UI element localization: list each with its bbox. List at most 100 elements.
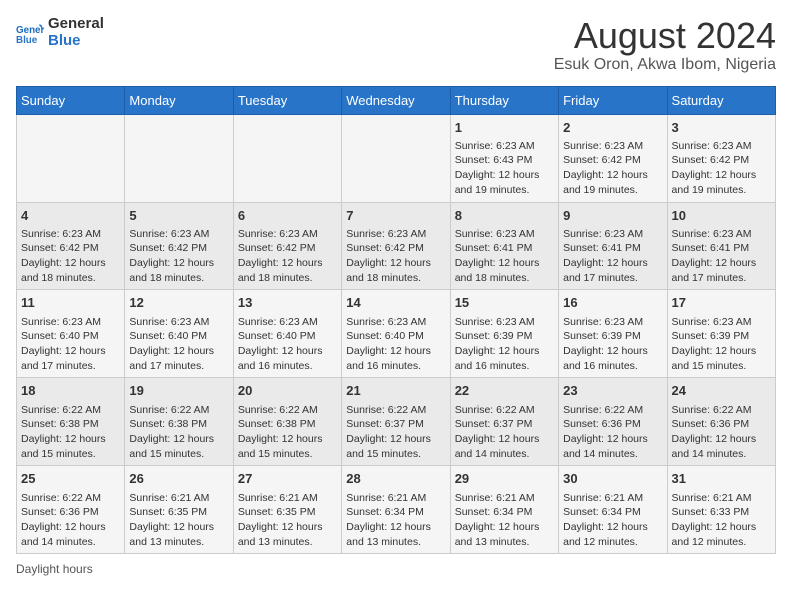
day-number: 10 <box>672 207 771 225</box>
calendar-cell: 1 Sunrise: 6:23 AM Sunset: 6:43 PM Daylig… <box>450 114 558 202</box>
header: General Blue General Blue August 2024 Es… <box>16 16 776 74</box>
calendar-cell: 26Sunrise: 6:21 AM Sunset: 6:35 PM Dayli… <box>125 466 233 554</box>
day-info: Sunrise: 6:23 AM Sunset: 6:42 PM Dayligh… <box>346 227 445 286</box>
weekday-sunday: Sunday <box>17 86 125 114</box>
calendar-cell: 13 Sunrise: 6:23 AM Sunset: 6:40 PM Dayli… <box>233 290 341 378</box>
calendar-cell: 2 Sunrise: 6:23 AM Sunset: 6:42 PM Daylig… <box>559 114 667 202</box>
calendar-cell: 16 Sunrise: 6:23 AM Sunset: 6:39 PM Dayli… <box>559 290 667 378</box>
logo: General Blue General Blue <box>16 16 104 49</box>
day-info: Sunrise: 6:21 AM Sunset: 6:34 PM Dayligh… <box>455 491 554 550</box>
day-number: 22 <box>455 382 554 400</box>
calendar-cell: 4 Sunrise: 6:23 AM Sunset: 6:42 PM Daylig… <box>17 202 125 290</box>
weekday-saturday: Saturday <box>667 86 775 114</box>
svg-text:Blue: Blue <box>16 34 38 45</box>
calendar-cell: 5 Sunrise: 6:23 AM Sunset: 6:42 PM Daylig… <box>125 202 233 290</box>
day-number: 9 <box>563 207 662 225</box>
calendar-cell: 23Sunrise: 6:22 AM Sunset: 6:36 PM Dayli… <box>559 378 667 466</box>
calendar-title: August 2024 <box>554 16 776 56</box>
day-number: 1 <box>455 119 554 137</box>
logo-blue: Blue <box>48 33 104 50</box>
day-number: 11 <box>21 294 120 312</box>
calendar-cell: 30 Sunrise: 6:21 AM Sunset: 6:34 PM Dayli… <box>559 466 667 554</box>
calendar-cell: 31Sunrise: 6:21 AM Sunset: 6:33 PM Dayli… <box>667 466 775 554</box>
day-number: 23 <box>563 382 662 400</box>
day-number: 15 <box>455 294 554 312</box>
weekday-wednesday: Wednesday <box>342 86 450 114</box>
day-info: Sunrise: 6:23 AM Sunset: 6:41 PM Dayligh… <box>672 227 771 286</box>
day-number: 7 <box>346 207 445 225</box>
calendar-table: SundayMondayTuesdayWednesdayThursdayFrid… <box>16 86 776 555</box>
calendar-cell: 28Sunrise: 6:21 AM Sunset: 6:34 PM Dayli… <box>342 466 450 554</box>
day-info: Sunrise: 6:23 AM Sunset: 6:41 PM Dayligh… <box>455 227 554 286</box>
day-number: 12 <box>129 294 228 312</box>
day-number: 19 <box>129 382 228 400</box>
day-number: 28 <box>346 470 445 488</box>
calendar-cell: 19 Sunrise: 6:22 AM Sunset: 6:38 PM Dayli… <box>125 378 233 466</box>
day-info: Sunrise: 6:23 AM Sunset: 6:40 PM Dayligh… <box>21 315 120 374</box>
day-info: Sunrise: 6:23 AM Sunset: 6:39 PM Dayligh… <box>672 315 771 374</box>
day-number: 16 <box>563 294 662 312</box>
day-number: 20 <box>238 382 337 400</box>
day-info: Sunrise: 6:23 AM Sunset: 6:42 PM Dayligh… <box>563 139 662 198</box>
day-number: 14 <box>346 294 445 312</box>
weekday-header-row: SundayMondayTuesdayWednesdayThursdayFrid… <box>17 86 776 114</box>
day-number: 27 <box>238 470 337 488</box>
calendar-cell: 20 Sunrise: 6:22 AM Sunset: 6:38 PM Dayli… <box>233 378 341 466</box>
day-number: 4 <box>21 207 120 225</box>
logo-icon: General Blue <box>16 19 44 47</box>
calendar-subtitle: Esuk Oron, Akwa Ibom, Nigeria <box>554 56 776 74</box>
calendar-cell: 7 Sunrise: 6:23 AM Sunset: 6:42 PM Daylig… <box>342 202 450 290</box>
weekday-friday: Friday <box>559 86 667 114</box>
day-info: Sunrise: 6:22 AM Sunset: 6:36 PM Dayligh… <box>21 491 120 550</box>
day-info: Sunrise: 6:22 AM Sunset: 6:38 PM Dayligh… <box>129 403 228 462</box>
calendar-week-row: 11 Sunrise: 6:23 AM Sunset: 6:40 PM Dayli… <box>17 290 776 378</box>
day-info: Sunrise: 6:22 AM Sunset: 6:36 PM Dayligh… <box>672 403 771 462</box>
day-info: Sunrise: 6:22 AM Sunset: 6:38 PM Dayligh… <box>21 403 120 462</box>
day-number: 30 <box>563 470 662 488</box>
day-info: Sunrise: 6:21 AM Sunset: 6:34 PM Dayligh… <box>563 491 662 550</box>
calendar-week-row: 25Sunrise: 6:22 AM Sunset: 6:36 PM Dayli… <box>17 466 776 554</box>
day-number: 3 <box>672 119 771 137</box>
day-number: 6 <box>238 207 337 225</box>
day-number: 29 <box>455 470 554 488</box>
calendar-cell: 11 Sunrise: 6:23 AM Sunset: 6:40 PM Dayli… <box>17 290 125 378</box>
calendar-cell: 18 Sunrise: 6:22 AM Sunset: 6:38 PM Dayli… <box>17 378 125 466</box>
day-info: Sunrise: 6:23 AM Sunset: 6:42 PM Dayligh… <box>672 139 771 198</box>
day-info: Sunrise: 6:23 AM Sunset: 6:40 PM Dayligh… <box>346 315 445 374</box>
calendar-cell: 3 Sunrise: 6:23 AM Sunset: 6:42 PM Daylig… <box>667 114 775 202</box>
weekday-monday: Monday <box>125 86 233 114</box>
day-info: Sunrise: 6:23 AM Sunset: 6:39 PM Dayligh… <box>455 315 554 374</box>
calendar-week-row: 18 Sunrise: 6:22 AM Sunset: 6:38 PM Dayli… <box>17 378 776 466</box>
weekday-thursday: Thursday <box>450 86 558 114</box>
day-info: Sunrise: 6:23 AM Sunset: 6:39 PM Dayligh… <box>563 315 662 374</box>
day-number: 2 <box>563 119 662 137</box>
calendar-cell: 9 Sunrise: 6:23 AM Sunset: 6:41 PM Daylig… <box>559 202 667 290</box>
weekday-tuesday: Tuesday <box>233 86 341 114</box>
day-number: 5 <box>129 207 228 225</box>
day-info: Sunrise: 6:22 AM Sunset: 6:37 PM Dayligh… <box>346 403 445 462</box>
day-number: 26 <box>129 470 228 488</box>
day-info: Sunrise: 6:23 AM Sunset: 6:42 PM Dayligh… <box>21 227 120 286</box>
day-number: 24 <box>672 382 771 400</box>
day-info: Sunrise: 6:22 AM Sunset: 6:38 PM Dayligh… <box>238 403 337 462</box>
calendar-week-row: 4 Sunrise: 6:23 AM Sunset: 6:42 PM Daylig… <box>17 202 776 290</box>
calendar-cell: 25Sunrise: 6:22 AM Sunset: 6:36 PM Dayli… <box>17 466 125 554</box>
day-info: Sunrise: 6:23 AM Sunset: 6:40 PM Dayligh… <box>238 315 337 374</box>
calendar-cell <box>342 114 450 202</box>
day-info: Sunrise: 6:21 AM Sunset: 6:35 PM Dayligh… <box>238 491 337 550</box>
day-info: Sunrise: 6:23 AM Sunset: 6:41 PM Dayligh… <box>563 227 662 286</box>
calendar-cell: 10 Sunrise: 6:23 AM Sunset: 6:41 PM Dayli… <box>667 202 775 290</box>
calendar-cell: 27 Sunrise: 6:21 AM Sunset: 6:35 PM Dayli… <box>233 466 341 554</box>
calendar-cell: 12Sunrise: 6:23 AM Sunset: 6:40 PM Dayli… <box>125 290 233 378</box>
daylight-hours-label: Daylight hours <box>16 562 93 576</box>
calendar-cell <box>125 114 233 202</box>
day-number: 18 <box>21 382 120 400</box>
calendar-cell: 21Sunrise: 6:22 AM Sunset: 6:37 PM Dayli… <box>342 378 450 466</box>
calendar-cell <box>17 114 125 202</box>
day-info: Sunrise: 6:23 AM Sunset: 6:42 PM Dayligh… <box>129 227 228 286</box>
footer-note: Daylight hours <box>16 562 776 576</box>
day-number: 13 <box>238 294 337 312</box>
calendar-cell: 17Sunrise: 6:23 AM Sunset: 6:39 PM Dayli… <box>667 290 775 378</box>
day-info: Sunrise: 6:23 AM Sunset: 6:43 PM Dayligh… <box>455 139 554 198</box>
day-info: Sunrise: 6:23 AM Sunset: 6:42 PM Dayligh… <box>238 227 337 286</box>
